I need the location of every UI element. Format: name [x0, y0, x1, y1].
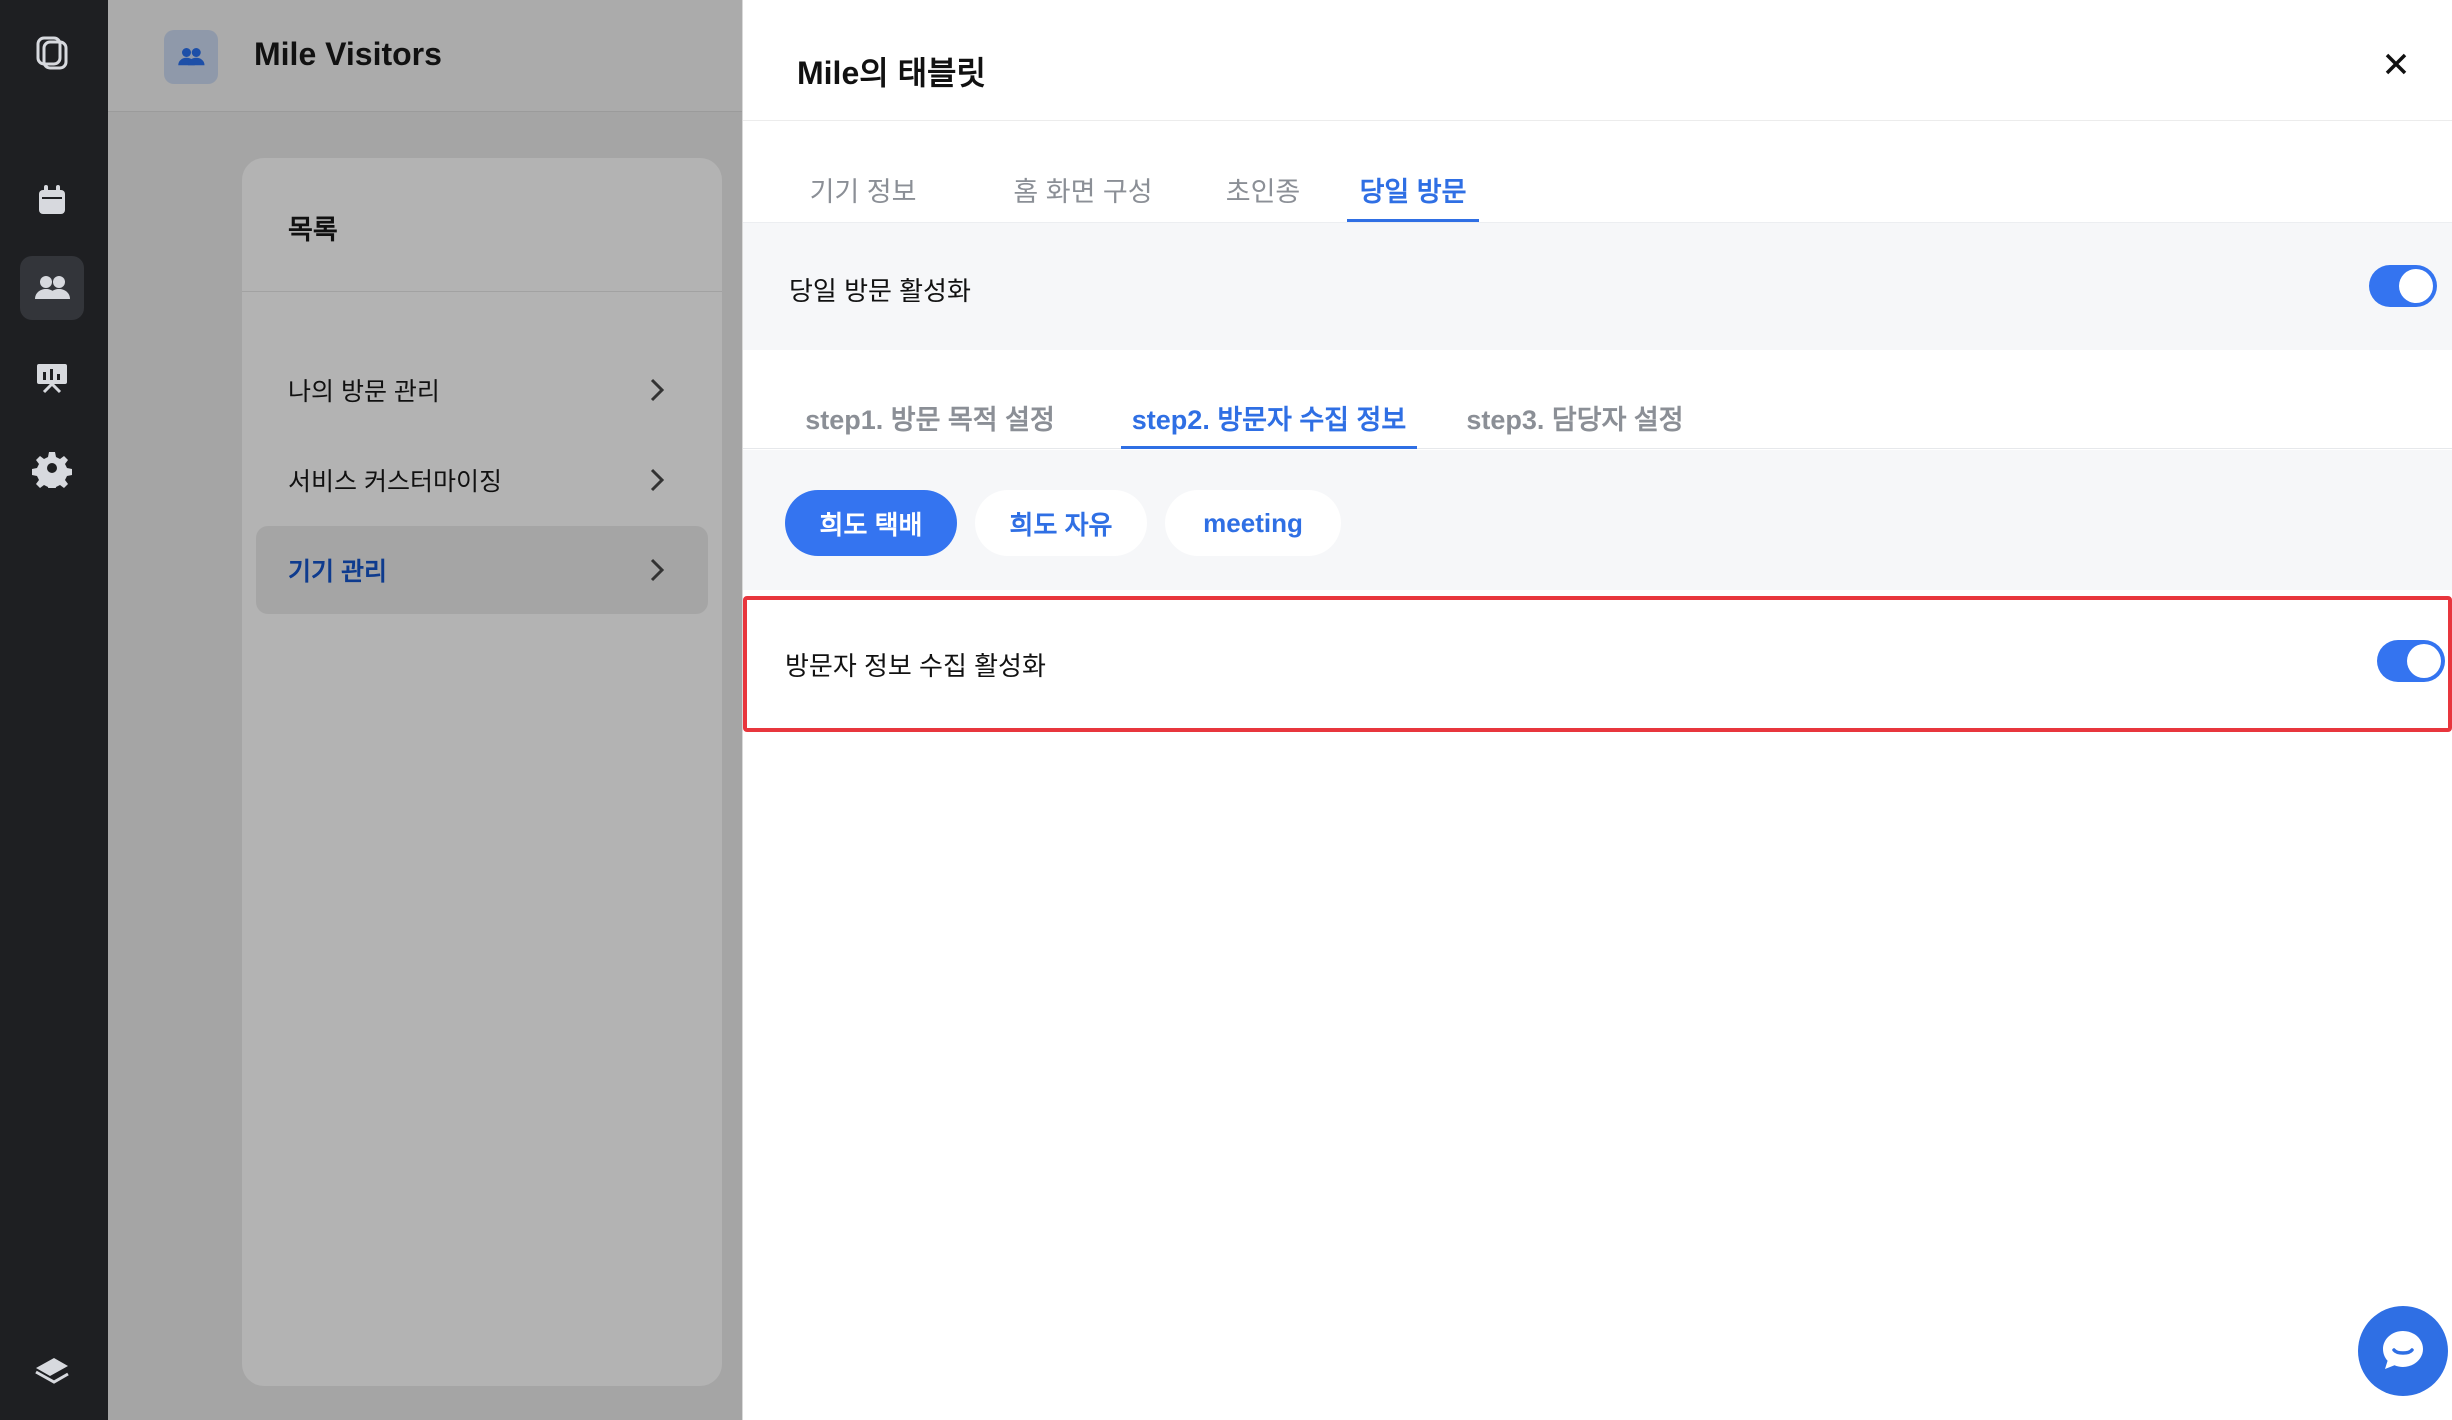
sidebar-rail	[0, 0, 108, 1420]
modal-tabs: 기기 정보 홈 화면 구성 초인종 당일 방문	[743, 160, 2452, 222]
same-day-visit-toggle[interactable]	[2369, 265, 2437, 307]
menu-panel: 목록 나의 방문 관리 서비스 커스터마이징 기기 관리	[242, 158, 722, 1386]
menu-item-customizing[interactable]: 서비스 커스터마이징	[256, 436, 708, 524]
visitor-info-collect-row: 방문자 정보 수집 활성화	[743, 596, 2452, 732]
tab-doorbell[interactable]: 초인종	[1203, 160, 1323, 222]
app-header: Mile Visitors	[108, 0, 752, 112]
chevron-right-icon	[642, 554, 672, 586]
chevron-right-icon	[642, 464, 672, 496]
tab-step3[interactable]: step3. 담당자 설정	[1455, 385, 1695, 449]
logo-icon[interactable]	[20, 20, 84, 84]
menu-item-label: 나의 방문 관리	[288, 378, 440, 406]
same-day-visit-label: 당일 방문 활성화	[789, 276, 971, 306]
tab-step1[interactable]: step1. 방문 목적 설정	[805, 385, 1055, 449]
menu-panel-title: 목록	[242, 158, 722, 292]
chat-support-button[interactable]	[2358, 1306, 2448, 1396]
chat-icon	[2383, 1331, 2423, 1369]
tab-home-screen[interactable]: 홈 화면 구성	[993, 160, 1173, 222]
chevron-right-icon	[642, 374, 672, 406]
users-icon	[164, 30, 218, 84]
close-button[interactable]	[2382, 50, 2422, 90]
users-icon[interactable]	[20, 256, 84, 320]
device-settings-modal: Mile의 태블릿 기기 정보 홈 화면 구성 초인종 당일 방문 당일 방문 …	[742, 0, 2452, 1420]
tab-step2[interactable]: step2. 방문자 수집 정보	[1121, 385, 1417, 449]
menu-item-label: 기기 관리	[288, 558, 387, 586]
menu-item-my-visits[interactable]: 나의 방문 관리	[256, 346, 708, 434]
visitor-info-collect-label: 방문자 정보 수집 활성화	[785, 651, 1046, 681]
tab-same-day-visit[interactable]: 당일 방문	[1347, 160, 1479, 222]
menu-item-label: 서비스 커스터마이징	[288, 468, 502, 496]
close-icon	[2385, 53, 2407, 75]
step-tabs: step1. 방문 목적 설정 step2. 방문자 수집 정보 step3. …	[743, 385, 2452, 449]
gear-icon[interactable]	[20, 436, 84, 500]
modal-title: Mile의 태블릿	[797, 55, 986, 91]
visitor-info-collect-toggle[interactable]	[2377, 640, 2445, 682]
book-icon[interactable]	[20, 1334, 84, 1398]
chip-purpose-2[interactable]: 희도 자유	[975, 490, 1147, 556]
chip-purpose-1[interactable]: 희도 택배	[785, 490, 957, 556]
calendar-icon[interactable]	[20, 168, 84, 232]
same-day-visit-row: 당일 방문 활성화	[743, 222, 2452, 350]
menu-item-device-management[interactable]: 기기 관리	[256, 526, 708, 614]
presentation-icon[interactable]	[20, 346, 84, 410]
chip-purpose-3[interactable]: meeting	[1165, 490, 1341, 556]
tab-device-info[interactable]: 기기 정보	[793, 160, 933, 222]
app-title: Mile Visitors	[254, 36, 442, 72]
divider	[743, 120, 2452, 121]
visit-purpose-chips: 희도 택배 희도 자유 meeting	[743, 450, 2452, 590]
